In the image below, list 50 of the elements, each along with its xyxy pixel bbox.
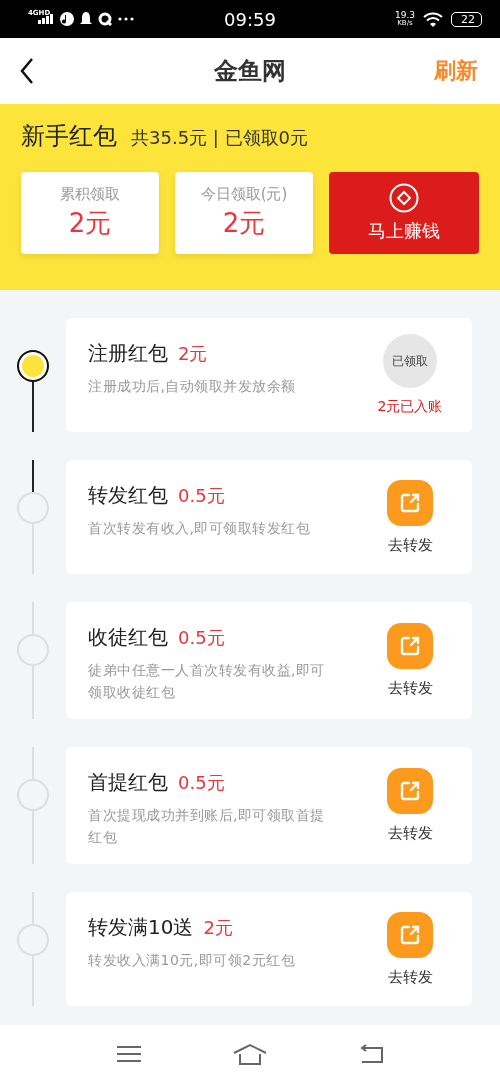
task-description: 首次提现成功并到账后,即可领取首提红包 [88,806,326,847]
task-description: 徒弟中任意一人首次转发有收益,即可领取收徒红包 [88,661,326,702]
share-button[interactable] [387,623,433,669]
share-icon [398,634,422,658]
summary-detail: 共35.5元 | 已领取0元 [131,126,309,150]
battery-level: 22 [451,11,482,27]
network-speed: 19.3 [394,11,415,19]
back-button[interactable] [18,56,36,86]
stat-label: 累积领取 [60,185,120,204]
share-icon [398,779,422,803]
menu-icon [115,1045,142,1063]
music-icon [60,12,75,26]
more-icon [118,17,135,21]
q-logo-icon [98,12,113,26]
task-description: 首次转发有收入,即可领取转发红包 [88,519,312,538]
back-icon [20,58,34,84]
task-amount: 0.5元 [178,484,225,508]
share-label: 去转发 [387,967,433,987]
task-amount: 2元 [178,342,208,366]
task-title: 转发红包 [88,482,168,509]
task-amount: 2元 [203,916,233,940]
claimed-badge: 已领取 [383,334,437,388]
coin-icon [389,183,419,213]
stat-label: 今日领取(元) [200,185,288,204]
home-icon [233,1043,267,1065]
bell-icon [80,12,93,26]
share-label: 去转发 [387,679,433,698]
task-title: 收徒红包 [88,624,168,651]
task-description: 注册成功后,自动领取并发放余额 [88,377,297,396]
back-nav-icon [358,1044,385,1064]
stat-value: 2元 [68,207,112,240]
page-title: 金鱼网 [214,56,286,87]
task-description: 转发收入满10元,即可领2元红包 [88,951,297,970]
task-title: 注册红包 [88,340,168,367]
task-title: 转发满10送 [88,914,194,941]
wifi-icon [423,11,443,27]
share-button[interactable] [387,768,433,814]
summary-title: 新手红包 [21,121,117,152]
task-amount: 0.5元 [178,626,225,650]
share-button[interactable] [387,479,433,526]
signal-icon [38,14,55,24]
credited-note: 2元已入账 [377,398,443,416]
share-button[interactable] [387,911,433,958]
share-label: 去转发 [387,824,433,843]
stat-value: 2元 [222,207,266,240]
task-amount: 0.5元 [178,771,225,795]
task-title: 首提红包 [88,769,168,796]
clock-time: 09:59 [224,8,276,30]
earn-button[interactable]: 马上赚钱 [329,172,479,254]
share-label: 去转发 [387,535,433,555]
